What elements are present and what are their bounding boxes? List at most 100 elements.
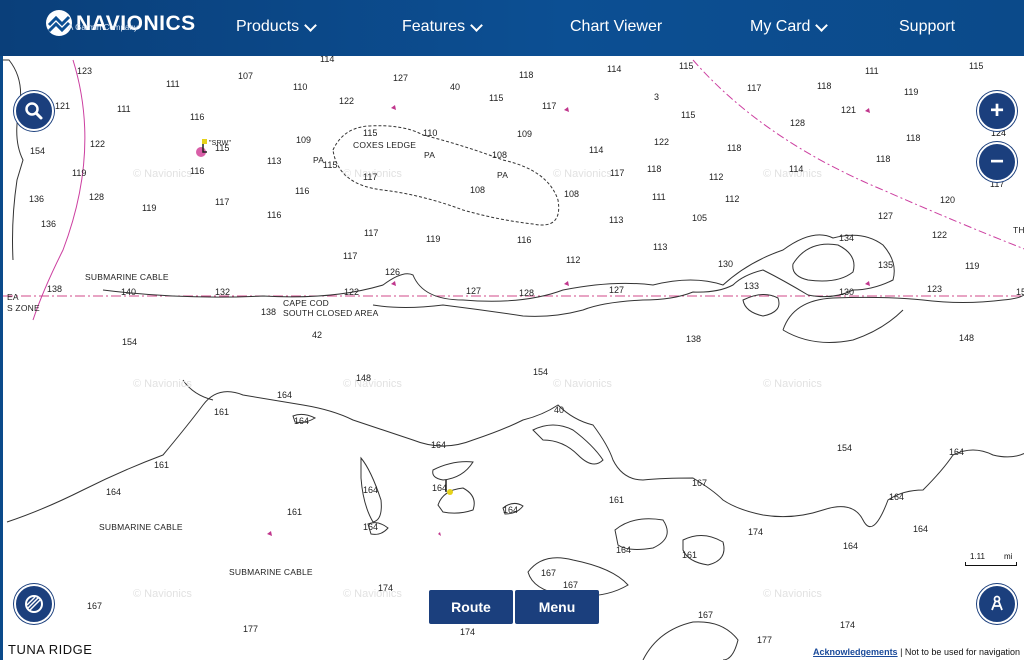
route-button[interactable]: Route [429, 590, 513, 624]
depth-sounding: 118 [817, 81, 832, 91]
scale-bar-line [965, 562, 1017, 566]
depth-sounding: 114 [789, 164, 804, 174]
depth-sounding: 167 [698, 610, 714, 620]
minus-icon: − [989, 148, 1004, 175]
depth-sounding: 167 [692, 478, 708, 488]
route-menu-group: Route Menu [429, 590, 599, 624]
depth-sounding: 109 [517, 129, 533, 139]
submarine-cable-label: SUBMARINE CABLE [85, 272, 169, 282]
nav-my-card[interactable]: My Card [750, 18, 829, 36]
depth-sounding: 113 [609, 215, 624, 225]
coxes-ledge-label: COXES LEDGE [353, 140, 417, 150]
depth-sounding: 134 [839, 233, 855, 243]
depth-sounding: 118 [727, 143, 742, 153]
depth-sounding: 122 [90, 139, 106, 149]
depth-sounding: 119 [426, 234, 441, 244]
search-icon [25, 102, 43, 120]
chevron-down-icon [815, 18, 829, 32]
watermark: © Navionics [133, 168, 192, 180]
nav-my-card-label: My Card [750, 18, 811, 35]
closed-area-label: SOUTH CLOSED AREA [283, 308, 379, 318]
nav-support[interactable]: Support [899, 18, 955, 36]
depth-sounding: 167 [563, 580, 579, 590]
depth-sounding: 115 [489, 93, 504, 103]
depth-sounding: 164 [277, 390, 293, 400]
depth-sounding: 40 [554, 405, 565, 415]
depth-sounding: 111 [117, 104, 131, 114]
th-label: TH [1013, 225, 1024, 235]
depth-sounding: 121 [55, 101, 71, 111]
depth-sounding: 127 [878, 211, 894, 221]
depth-sounding: 123 [927, 284, 943, 294]
nav-products[interactable]: Products [236, 18, 318, 36]
nav-products-label: Products [236, 18, 300, 35]
depth-sounding: 42 [312, 330, 323, 340]
depth-sounding: 118 [906, 133, 921, 143]
depth-sounding: 116 [295, 186, 310, 196]
depth-sounding: 167 [541, 568, 557, 578]
nav-support-label: Support [899, 18, 956, 35]
depth-sounding: 161 [609, 495, 625, 505]
watermark: © Navionics [553, 378, 612, 390]
depth-sounding: 117 [343, 251, 358, 261]
depth-sounding: 110 [423, 128, 438, 138]
depth-sounding: 177 [757, 635, 773, 645]
depth-sounding: 115 [681, 110, 696, 120]
depth-sounding: 164 [889, 492, 905, 502]
zoom-out-button[interactable]: − [977, 142, 1017, 182]
depth-sounding: 111 [652, 192, 666, 202]
depth-sounding: 116 [267, 210, 282, 220]
submarine-cable-label: SUBMARINE CABLE [99, 522, 183, 532]
menu-button[interactable]: Menu [515, 590, 599, 624]
depth-sounding: 127 [393, 73, 409, 83]
advanced-options-button[interactable] [977, 584, 1017, 624]
zone-label-a: EA [7, 292, 19, 302]
nav-features-label: Features [402, 18, 466, 35]
depth-sounding: 164 [294, 416, 310, 426]
brand-tagline: A Garmin Company [68, 23, 138, 32]
depth-sounding: 118 [647, 164, 662, 174]
scale-value: 1.11 [970, 552, 985, 561]
depth-sounding: 177 [243, 624, 259, 634]
plus-icon: + [989, 97, 1004, 124]
depth-sounding: 116 [517, 235, 532, 245]
depth-sounding: 119 [142, 203, 157, 213]
chevron-down-icon [304, 18, 318, 32]
watermark: © Navionics [763, 588, 822, 600]
nav-chart-viewer-label: Chart Viewer [570, 18, 663, 35]
depth-sounding: 136 [41, 219, 57, 229]
depth-sounding: 164 [913, 524, 929, 534]
nautical-chart-map[interactable]: © Navionics © Navionics © Navionics © Na… [0, 56, 1024, 660]
chart-contours [3, 59, 1024, 660]
top-navigation-bar: NAVIONICS A Garmin Company Products Feat… [0, 0, 1024, 56]
depth-sounding: 164 [432, 483, 448, 493]
depth-sounding: 108 [470, 185, 486, 195]
depth-sounding: 118 [876, 154, 891, 164]
watermark: © Navionics [133, 378, 192, 390]
layers-button[interactable] [14, 584, 54, 624]
depth-sounding: 164 [363, 485, 379, 495]
depth-sounding: 112 [566, 255, 581, 265]
depth-sounding: 174 [840, 620, 856, 630]
depth-sounding: 108 [492, 150, 508, 160]
nav-features[interactable]: Features [402, 18, 484, 36]
depth-sounding: 119 [72, 168, 87, 178]
zoom-in-button[interactable]: + [977, 91, 1017, 131]
depth-sounding: 112 [709, 172, 724, 182]
search-button[interactable] [14, 91, 54, 131]
depth-sounding: 154 [122, 337, 138, 347]
depth-sounding: 174 [748, 527, 764, 537]
depth-sounding: 15 [1016, 287, 1024, 297]
depth-sounding: 140 [121, 287, 137, 297]
depth-sounding: 130 [718, 259, 734, 269]
acknowledgements-link[interactable]: Acknowledgements [813, 647, 898, 657]
depth-sounding: 120 [940, 195, 956, 205]
layers-icon [25, 595, 43, 613]
nav-chart-viewer[interactable]: Chart Viewer [570, 18, 662, 36]
scale-unit: mi [1004, 552, 1013, 561]
depth-sounding: 164 [616, 545, 632, 555]
cape-cod-label: CAPE COD [283, 298, 329, 308]
depth-sounding: 113 [267, 156, 282, 166]
watermark: © Navionics [133, 588, 192, 600]
depth-sounding: 161 [682, 550, 698, 560]
